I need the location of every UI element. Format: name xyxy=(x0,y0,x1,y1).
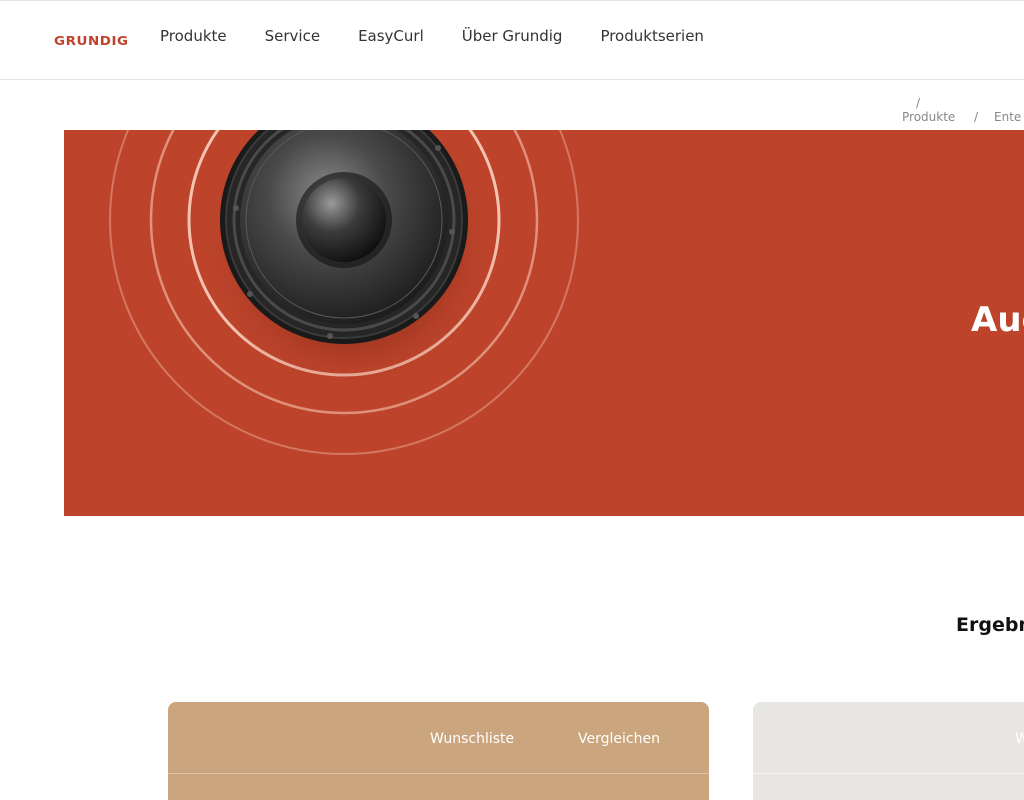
breadcrumb-produkte[interactable]: Produkte xyxy=(902,110,955,124)
wishlist-button[interactable]: Wunschliste xyxy=(430,731,514,747)
main-nav: Produkte Service EasyCurl Über Grundig P… xyxy=(160,27,742,45)
wishlist-button[interactable]: W xyxy=(1015,731,1024,747)
breadcrumb-separator: / xyxy=(974,110,979,124)
product-card-actions: W xyxy=(753,702,1024,774)
nav-item-service[interactable]: Service xyxy=(265,27,320,45)
hero-banner: Auc xyxy=(64,130,1024,516)
breadcrumb: / Produkte / Ente xyxy=(0,94,1024,128)
nav-item-produkte[interactable]: Produkte xyxy=(160,27,227,45)
hero-title: Auc xyxy=(971,300,1024,340)
product-card[interactable]: W xyxy=(753,702,1024,800)
product-card-actions: Wunschliste Vergleichen xyxy=(168,702,709,774)
breadcrumb-entertainment[interactable]: Ente xyxy=(994,110,1021,124)
product-card[interactable]: Wunschliste Vergleichen xyxy=(168,702,709,800)
breadcrumb-separator: / xyxy=(916,96,921,110)
results-count-label: Ergebn xyxy=(956,614,1024,636)
compare-button[interactable]: Vergleichen xyxy=(578,731,660,747)
nav-item-ueber-grundig[interactable]: Über Grundig xyxy=(462,27,563,45)
site-header: GRUNDIG Produkte Service EasyCurl Über G… xyxy=(0,0,1024,80)
speaker-dust-cap xyxy=(302,178,386,262)
grundig-logo[interactable]: GRUNDIG xyxy=(54,34,129,48)
speaker-image xyxy=(109,130,579,455)
nav-item-easycurl[interactable]: EasyCurl xyxy=(358,27,424,45)
nav-item-produktserien[interactable]: Produktserien xyxy=(600,27,704,45)
